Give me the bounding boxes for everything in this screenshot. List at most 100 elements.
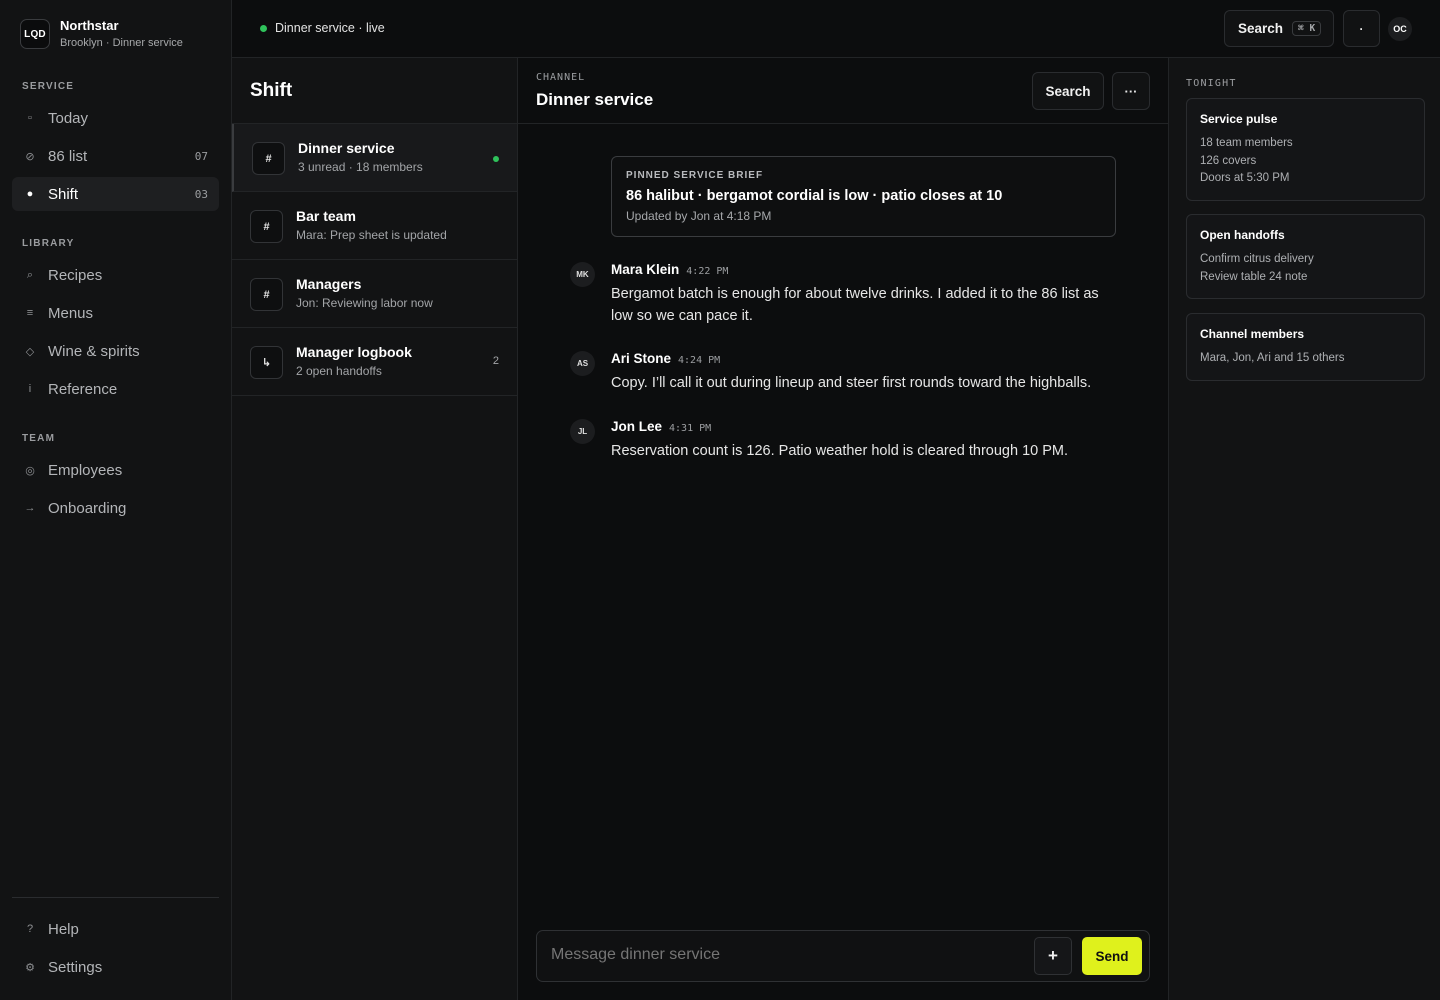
- avatar[interactable]: JL: [570, 419, 595, 444]
- card-title: Open handoffs: [1200, 228, 1285, 242]
- section-label-team: TEAM: [22, 433, 56, 444]
- sidebar-divider: [12, 897, 219, 898]
- gear-icon: ⚙: [25, 961, 35, 974]
- message-author[interactable]: Ari Stone: [611, 351, 671, 366]
- sidebar-item-employees[interactable]: ◎ Employees: [12, 453, 219, 487]
- info-icon: i: [28, 383, 32, 395]
- hash-icon: #: [250, 278, 283, 311]
- channel-search-button[interactable]: Search: [1032, 72, 1104, 110]
- sidebar-item-label: Employees: [48, 461, 123, 479]
- message-time: 4:31 PM: [669, 423, 712, 434]
- thread-icon: ↳: [250, 346, 283, 379]
- sidebar-item-86-list[interactable]: ⊘ 86 list 07: [12, 139, 219, 173]
- sidebar-item-label: Settings: [48, 958, 103, 976]
- channel-subtitle: Mara: Prep sheet is updated: [296, 228, 447, 242]
- pinned-title: 86 halibut · bergamot cordial is low · p…: [626, 188, 1003, 204]
- message: MK Mara Klein 4:22 PM Bergamot batch is …: [569, 262, 1109, 327]
- channel-list: Shift # Dinner service 3 unread · 18 mem…: [232, 58, 518, 1000]
- status-menu-button[interactable]: ·: [1343, 10, 1380, 47]
- channel-subtitle: 2 open handoffs: [296, 364, 382, 378]
- sidebar-item-shift[interactable]: ● Shift 03: [12, 177, 219, 211]
- channel-eyebrow: CHANNEL: [536, 72, 586, 83]
- sidebar-item-label: Help: [48, 920, 79, 938]
- sidebar-item-settings[interactable]: ⚙ Settings: [12, 950, 219, 984]
- live-indicator-icon: [493, 156, 499, 162]
- send-button[interactable]: Send: [1082, 937, 1142, 975]
- attach-button[interactable]: +: [1034, 937, 1072, 975]
- sidebar-item-onboarding[interactable]: → Onboarding: [12, 491, 219, 525]
- channel-title: Dinner service: [536, 90, 654, 109]
- message: JL Jon Lee 4:31 PM Reservation count is …: [569, 419, 1109, 462]
- channel-item-manager-logbook[interactable]: ↳ Manager logbook 2 open handoffs 2: [232, 328, 517, 396]
- channel-name: Managers: [296, 276, 362, 292]
- card-line: Review table 24 note: [1200, 270, 1308, 283]
- channel-subtitle: 3 unread · 18 members: [298, 160, 423, 174]
- global-search-label: Search: [1238, 21, 1284, 36]
- sidebar-item-recipes[interactable]: ⌕ Recipes: [12, 258, 219, 292]
- brand-logo: LQD: [20, 19, 50, 49]
- sidebar-item-label: Shift: [48, 185, 79, 203]
- more-options-button[interactable]: ···: [1112, 72, 1150, 110]
- people-icon: ◎: [25, 464, 35, 477]
- brand-name: Northstar: [60, 18, 119, 33]
- pinned-label: PINNED SERVICE BRIEF: [626, 170, 764, 181]
- open-handoffs-card[interactable]: Open handoffs Confirm citrus delivery Re…: [1186, 214, 1425, 299]
- live-status-text: Dinner service · live: [275, 21, 385, 35]
- channel-name: Dinner service: [298, 140, 395, 156]
- list-icon: ≡: [26, 307, 34, 319]
- message-author[interactable]: Jon Lee: [611, 419, 662, 434]
- shortcut-badge: ⌘ K: [1292, 21, 1322, 36]
- sidebar-item-today[interactable]: ▫ Today: [12, 101, 219, 135]
- message-input[interactable]: [551, 946, 1011, 964]
- sidebar-item-label: 86 list: [48, 147, 88, 165]
- message: AS Ari Stone 4:24 PM Copy. I’ll call it …: [569, 351, 1109, 394]
- section-label-service: SERVICE: [22, 81, 75, 92]
- diamond-icon: ◇: [25, 345, 35, 358]
- card-title: Channel members: [1200, 327, 1305, 341]
- sidebar-item-reference[interactable]: i Reference: [12, 372, 219, 406]
- radio-icon: ●: [26, 188, 34, 200]
- user-avatar[interactable]: OC: [1388, 17, 1412, 41]
- search-icon: ⌕: [26, 268, 34, 281]
- brand-subtitle: Brooklyn · Dinner service: [60, 37, 183, 49]
- sidebar-item-help[interactable]: ? Help: [12, 912, 219, 946]
- sidebar-item-wine-spirits[interactable]: ◇ Wine & spirits: [12, 334, 219, 368]
- message-time: 4:24 PM: [678, 355, 721, 366]
- sidebar-item-label: Recipes: [48, 266, 103, 284]
- card-line: Confirm citrus delivery: [1200, 253, 1314, 265]
- channel-name: Bar team: [296, 208, 356, 224]
- card-line: 18 team members: [1200, 137, 1293, 149]
- calendar-icon: ▫: [28, 112, 32, 124]
- panel-label: TONIGHT: [1186, 78, 1237, 89]
- channel-subtitle: Jon: Reviewing labor now: [296, 296, 433, 310]
- channel-item-bar-team[interactable]: # Bar team Mara: Prep sheet is updated: [232, 192, 517, 260]
- section-label-library: LIBRARY: [22, 238, 75, 249]
- channel-members-card[interactable]: Channel members Mara, Jon, Ari and 15 ot…: [1186, 313, 1425, 381]
- live-status: Dinner service · live: [260, 21, 385, 35]
- sidebar-item-menus[interactable]: ≡ Menus: [12, 296, 219, 330]
- service-pulse-card: Service pulse 18 team members 126 covers…: [1186, 98, 1425, 201]
- global-search-button[interactable]: Search ⌘ K: [1224, 10, 1334, 47]
- details-panel: TONIGHT Service pulse 18 team members 12…: [1168, 58, 1440, 1000]
- channel-item-managers[interactable]: # Managers Jon: Reviewing labor now: [232, 260, 517, 328]
- message-author[interactable]: Mara Klein: [611, 262, 679, 277]
- arrow-right-icon: →: [24, 502, 36, 514]
- message-time: 4:22 PM: [686, 266, 729, 277]
- message-composer: + Send: [536, 930, 1150, 982]
- channel-count-badge: 2: [492, 355, 499, 367]
- brand[interactable]: LQD Northstar Brooklyn · Dinner service: [20, 18, 183, 50]
- slash-icon: ⊘: [25, 150, 35, 163]
- avatar[interactable]: AS: [570, 351, 595, 376]
- divider: [518, 123, 1168, 124]
- sidebar-item-label: Menus: [48, 304, 94, 322]
- channel-item-dinner-service[interactable]: # Dinner service 3 unread · 18 members: [232, 124, 517, 192]
- message-body: Bergamot batch is enough for about twelv…: [611, 286, 1099, 324]
- sidebar-item-label: Wine & spirits: [48, 342, 140, 360]
- sidebar-item-label: Onboarding: [48, 499, 127, 517]
- sidebar-item-count: 03: [194, 187, 208, 201]
- pinned-brief[interactable]: PINNED SERVICE BRIEF 86 halibut · bergam…: [611, 156, 1116, 237]
- avatar[interactable]: MK: [570, 262, 595, 287]
- channel-list-title: Shift: [250, 80, 293, 101]
- channel-name: Manager logbook: [296, 344, 412, 360]
- sidebar: LQD Northstar Brooklyn · Dinner service …: [0, 0, 232, 1000]
